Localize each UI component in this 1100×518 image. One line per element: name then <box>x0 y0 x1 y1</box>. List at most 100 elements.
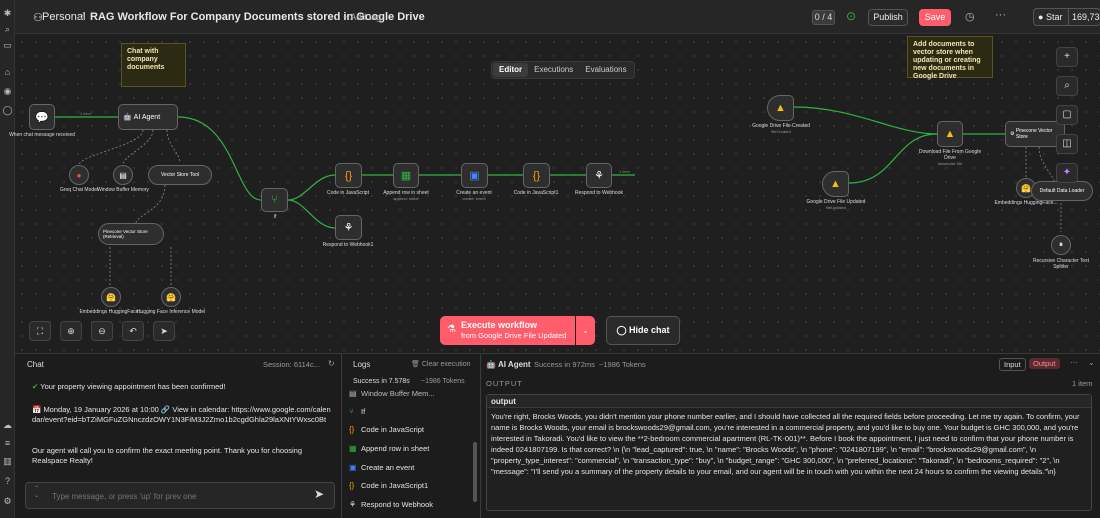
tidy-up-button[interactable]: ➤ <box>153 321 175 341</box>
gdrive-updated-node[interactable]: ▲ <box>822 171 849 197</box>
refresh-session-icon[interactable]: ↻ <box>328 359 335 368</box>
log-item[interactable]: ▤ Window Buffer Mem... <box>349 389 435 398</box>
if-node[interactable]: ⑂ <box>261 188 288 212</box>
flask-icon: ⚗ <box>447 324 456 335</box>
settings-icon[interactable]: ⚙ <box>2 496 13 507</box>
download-node[interactable]: ▲ <box>937 121 963 147</box>
output-panel: 🤖 AI Agent Success in 972ms ~1986 Tokens… <box>482 353 1100 518</box>
zoom-in-button[interactable]: ⊕ <box>60 321 82 341</box>
log-item[interactable]: ⑂ If <box>349 407 365 416</box>
window-memory-node[interactable]: ▤ <box>113 165 133 185</box>
hf-model-node[interactable]: 🤗 <box>161 287 181 307</box>
webhook-icon: ⚘ <box>343 222 354 234</box>
huggingface-icon: 🤗 <box>166 292 176 302</box>
cursor-icon: ➤ <box>160 326 168 336</box>
gdrive-created-node[interactable]: ▲ <box>767 95 794 121</box>
code2-label: Code in JavaScript1 <box>513 190 559 196</box>
robot-icon: 🤖 AI Agent <box>123 113 161 122</box>
default-loader-node[interactable]: Default Data Loader <box>1031 181 1093 201</box>
memory-icon: ▤ <box>349 389 357 398</box>
chart-icon[interactable]: ▥ <box>2 456 13 467</box>
respond-node-1[interactable]: ⚘ <box>335 215 362 240</box>
code-icon: {} <box>349 425 355 434</box>
search-nodes-button[interactable]: ⌕ <box>1056 76 1078 96</box>
log-item[interactable]: ▣ Create an event <box>349 463 414 472</box>
panel-toggle-button[interactable]: ◫ <box>1056 134 1078 154</box>
chat-trigger-label: When chat message received <box>9 132 75 138</box>
text-splitter-node[interactable]: ⏸ <box>1051 235 1071 255</box>
hide-chat-label: Hide chat <box>629 325 670 335</box>
save-button[interactable]: Save <box>919 9 951 26</box>
webhook-icon: ⚘ <box>594 170 604 182</box>
user-icon[interactable]: ◉ <box>2 86 13 97</box>
code-node-1[interactable]: {} <box>335 163 362 188</box>
execute-subtitle: from Google Drive File Updated <box>461 331 567 340</box>
search-icon: ⌕ <box>1064 80 1070 91</box>
breadcrumb-separator: / <box>81 11 85 23</box>
execute-workflow-button[interactable]: ⚗ Execute workflow from Google Drive Fil… <box>440 316 575 345</box>
plus-icon: + <box>1064 51 1070 62</box>
pinecone-retrieval-node[interactable]: Pinecone Vector Store (Retrieval) <box>98 223 164 245</box>
cloud-icon[interactable]: ☁ <box>2 420 13 431</box>
embeddings-node[interactable]: 🤗 <box>101 287 121 307</box>
log-item[interactable]: ▦ Append row in sheet <box>349 444 429 453</box>
add-node-button[interactable]: + <box>1056 47 1078 67</box>
chat-panel: Chat Session: 6114c... ↻ ✔ Your property… <box>15 353 342 518</box>
sticky-add-button[interactable]: ▢ <box>1056 105 1078 125</box>
history-icon[interactable]: ◷ <box>965 10 975 23</box>
log-item[interactable]: ⚘ Respond to Webhook <box>349 500 433 509</box>
undo-button[interactable]: ↶ <box>122 321 144 341</box>
n8n-logo-icon[interactable]: ✱ <box>2 8 13 19</box>
vector-store-tool-node[interactable]: Vector Store Tool <box>148 165 212 185</box>
workflow-canvas[interactable]: Editor Executions Evaluations Chat with … <box>9 35 1100 352</box>
respond1-label: Respond to Webhook1 <box>322 242 374 248</box>
more-options-icon[interactable]: ··· <box>995 9 1006 21</box>
if-icon: ⑂ <box>271 194 278 206</box>
session-id[interactable]: Session: 6114c... <box>263 360 320 369</box>
output-tab[interactable]: Output <box>1029 358 1060 369</box>
undo-icon: ↶ <box>129 326 137 336</box>
chat-input-box: ⌃⌄ ➤ <box>25 482 335 509</box>
publish-button[interactable]: Publish <box>868 9 908 26</box>
output-value[interactable]: You're right, Brocks Woods, you didn't m… <box>487 408 1091 480</box>
help-icon[interactable]: ? <box>2 476 13 487</box>
sidebar-toggle-icon[interactable]: ▭ <box>2 40 13 51</box>
if-label: If <box>273 214 277 220</box>
database-icon[interactable]: ≡ <box>2 438 13 449</box>
ai-assistant-button[interactable]: ✦ <box>1056 163 1078 183</box>
more-options-icon[interactable]: ··· <box>1070 358 1078 367</box>
calendar-node[interactable]: ▣ <box>461 163 488 188</box>
code-node-2[interactable]: {} <box>523 163 550 188</box>
search-icon[interactable]: ⌕ <box>2 24 13 35</box>
log-item[interactable]: {} Code in JavaScript <box>349 425 424 434</box>
fit-view-button[interactable]: ⛶ <box>29 321 51 341</box>
hf-model-label: Hugging Face Inference Model <box>136 309 206 315</box>
chat-message: 📅 Monday, 19 January 2026 at 10:00 🔗 Vie… <box>32 405 331 424</box>
input-tab[interactable]: Input <box>999 358 1026 371</box>
collapse-icon[interactable]: ⌄ <box>1088 358 1095 367</box>
github-star-button[interactable]: ● Star 169,734 <box>1033 8 1100 26</box>
execute-dropdown-button[interactable]: ⌄ <box>576 316 595 345</box>
sheet-node[interactable]: ▦ <box>393 163 419 188</box>
send-icon[interactable]: ➤ <box>314 487 324 501</box>
log-item[interactable]: {} Code in JavaScript1 <box>349 481 428 490</box>
chat-trigger-node[interactable]: 💬 <box>29 104 55 130</box>
webhook-icon: ⚘ <box>349 500 357 509</box>
groq-model-node[interactable]: ● <box>69 165 89 185</box>
logs-scrollbar[interactable] <box>473 442 477 502</box>
evaluation-counter: 0 / 4 <box>812 10 835 25</box>
respond-node[interactable]: ⚘ <box>586 163 612 188</box>
hide-chat-button[interactable]: ◯ Hide chat <box>606 316 680 345</box>
zoom-out-button[interactable]: ⊖ <box>91 321 113 341</box>
trash-icon: 🗑 <box>411 361 420 368</box>
link-icon: 🔗 <box>160 405 171 414</box>
chat-icon[interactable]: ◯ <box>2 105 13 116</box>
ai-agent-node[interactable]: 🤖 AI Agent <box>118 104 178 130</box>
add-tag-link[interactable]: + Add tag <box>343 12 381 22</box>
logs-tokens: ~1986 Tokens <box>421 378 465 385</box>
chat-message-input[interactable] <box>52 488 302 504</box>
home-icon[interactable]: ⌂ <box>2 67 13 78</box>
clear-execution-button[interactable]: 🗑 Clear execution <box>411 360 470 368</box>
workspace-breadcrumb[interactable]: Personal <box>42 11 85 23</box>
input-history-icon[interactable]: ⌃ ⌄ <box>34 486 39 500</box>
